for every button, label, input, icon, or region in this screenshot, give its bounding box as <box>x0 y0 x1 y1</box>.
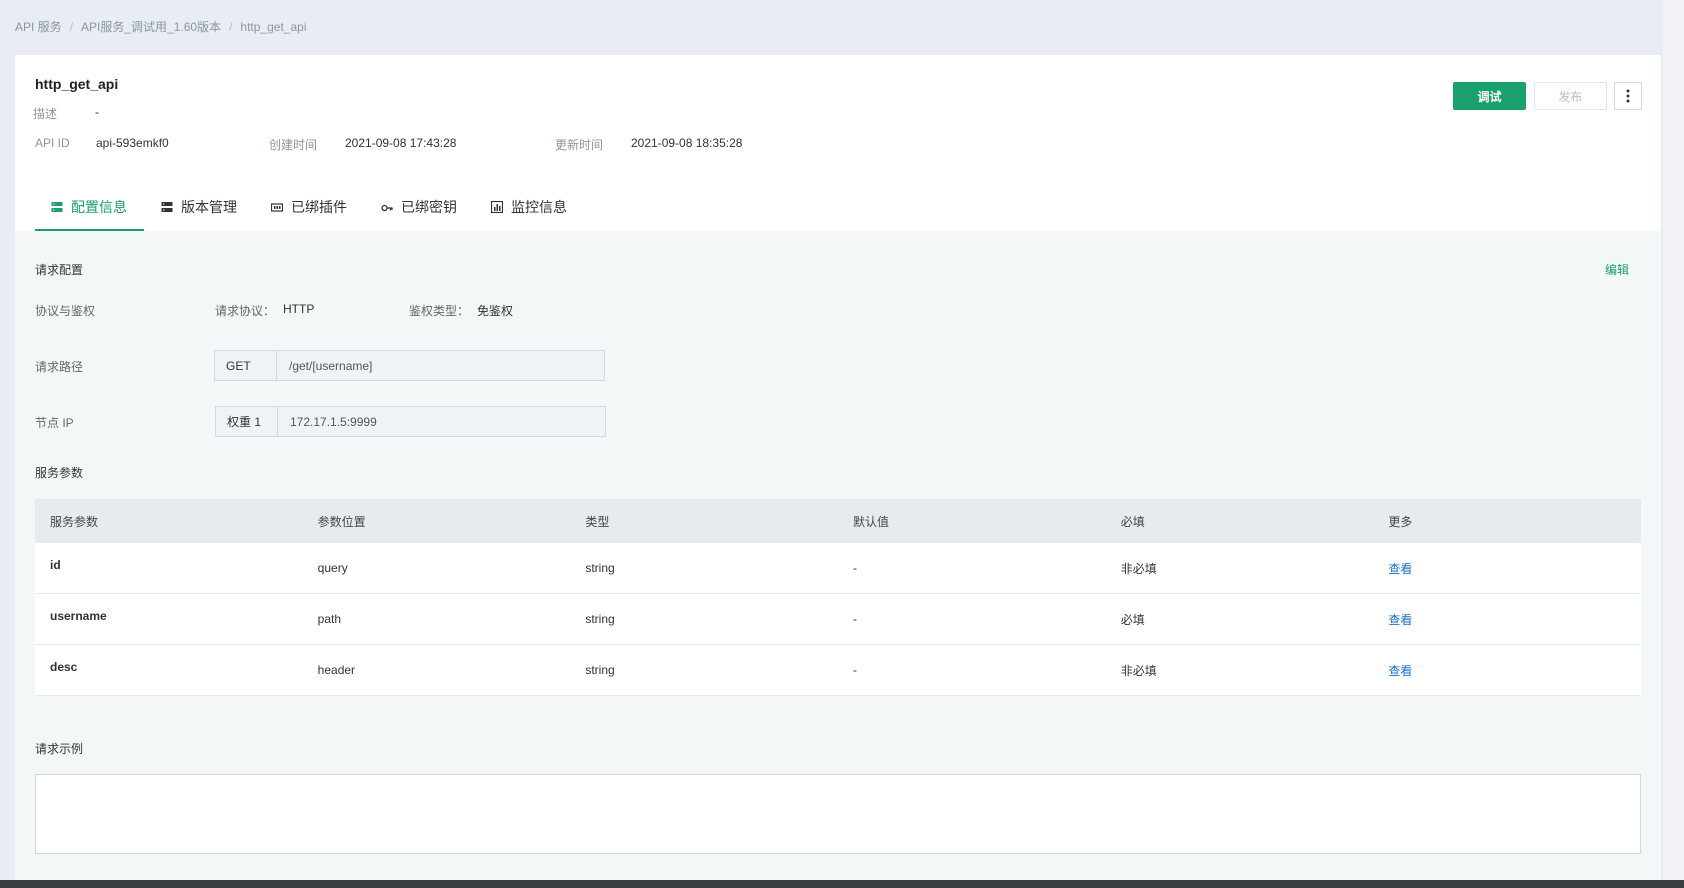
request-example-title: 请求示例 <box>35 742 84 756</box>
view-param-link[interactable]: 查看 <box>1373 662 1641 679</box>
node-ip-value: 172.17.1.5:9999 <box>290 414 377 429</box>
config-panel: 请求配置 编辑 协议与鉴权 请求协议： HTTP 鉴权类型： 免鉴权 请求路径 … <box>15 231 1661 880</box>
protocol-value: HTTP <box>283 302 315 316</box>
request-path-label: 请求路径 <box>35 360 84 374</box>
tab-label: 已绑密钥 <box>401 199 457 215</box>
api-id-value: api-593emkf0 <box>96 136 169 150</box>
request-path-value: /get/[username] <box>289 358 373 373</box>
node-ip-field: 权重 1 172.17.1.5:9999 <box>215 406 606 437</box>
tab-label: 版本管理 <box>181 199 237 215</box>
table-row: id query string - 非必填 查看 <box>35 543 1641 594</box>
param-name: desc <box>50 660 78 674</box>
plugin-icon <box>271 203 283 212</box>
param-type: string <box>585 663 615 677</box>
updated-time-value: 2021-09-08 18:35:28 <box>631 136 743 150</box>
param-name: username <box>50 609 107 623</box>
column-header: 服务参数 <box>50 514 99 529</box>
column-header: 更多 <box>1388 514 1413 529</box>
desc-value: - <box>95 105 99 119</box>
created-time-label: 创建时间 <box>269 138 318 152</box>
param-default: - <box>853 612 858 626</box>
server-icon <box>161 202 173 212</box>
breadcrumb-separator: / <box>229 19 233 34</box>
tab-config-info[interactable]: 配置信息 <box>35 183 144 231</box>
publish-button[interactable]: 发布 <box>1534 82 1607 110</box>
api-id-label: API ID <box>35 136 70 150</box>
param-type: string <box>585 561 615 575</box>
created-time-value: 2021-09-08 17:43:28 <box>345 136 457 150</box>
bottom-bar <box>0 880 1684 888</box>
protocol-label: 请求协议： <box>215 304 276 318</box>
tab-version-management[interactable]: 版本管理 <box>144 183 254 231</box>
request-example-box[interactable] <box>35 774 1641 854</box>
param-default: - <box>853 663 858 677</box>
more-vertical-icon <box>1626 89 1630 103</box>
debug-button[interactable]: 调试 <box>1453 82 1526 110</box>
protocol-auth-label: 协议与鉴权 <box>35 304 96 318</box>
tab-label: 监控信息 <box>511 199 567 215</box>
view-param-link[interactable]: 查看 <box>1373 611 1641 628</box>
tab-bound-keys[interactable]: 已绑密钥 <box>364 183 474 231</box>
param-required: 非必填 <box>1120 663 1157 678</box>
param-location: path <box>317 612 342 626</box>
auth-type-label: 鉴权类型： <box>409 304 470 318</box>
request-path-field: GET /get/[username] <box>214 350 605 381</box>
tab-bound-plugins[interactable]: 已绑插件 <box>254 183 364 231</box>
table-header: 服务参数 参数位置 类型 默认值 必填 更多 <box>35 499 1641 543</box>
updated-time-label: 更新时间 <box>555 138 604 152</box>
param-required: 必填 <box>1120 612 1145 627</box>
key-icon <box>381 204 393 212</box>
tab-label: 已绑插件 <box>291 199 347 215</box>
param-required: 非必填 <box>1120 561 1157 576</box>
table-row: username path string - 必填 查看 <box>35 594 1641 645</box>
node-weight: 权重 1 <box>216 407 278 436</box>
node-ip-label: 节点 IP <box>35 416 74 430</box>
param-default: - <box>853 561 858 575</box>
page-title: http_get_api <box>35 76 119 92</box>
more-actions-button[interactable] <box>1614 82 1642 110</box>
auth-type-value: 免鉴权 <box>477 304 514 318</box>
column-header: 参数位置 <box>317 514 366 529</box>
param-location: header <box>317 663 356 677</box>
right-gutter <box>1663 0 1684 888</box>
param-type: string <box>585 612 615 626</box>
request-config-title: 请求配置 <box>35 263 84 277</box>
column-header: 默认值 <box>853 514 890 529</box>
api-header-card: http_get_api 描述 - API ID api-593emkf0 创建… <box>15 55 1661 231</box>
service-params-table: 服务参数 参数位置 类型 默认值 必填 更多 id query string -… <box>35 499 1641 696</box>
breadcrumb-item-api-service[interactable]: API 服务 <box>15 18 62 35</box>
chart-icon <box>491 201 503 213</box>
service-params-title: 服务参数 <box>35 466 84 480</box>
breadcrumb-separator: / <box>69 19 74 34</box>
tab-label: 配置信息 <box>71 199 127 215</box>
param-location: query <box>317 561 348 575</box>
column-header: 类型 <box>585 514 610 529</box>
http-method: GET <box>215 351 277 380</box>
desc-label: 描述 <box>33 107 58 121</box>
tab-monitoring-info[interactable]: 监控信息 <box>474 183 584 231</box>
view-param-link[interactable]: 查看 <box>1373 560 1641 577</box>
breadcrumb-item-current: http_get_api <box>240 19 307 34</box>
breadcrumb: API 服务 / API服务_调试用_1.60版本 / http_get_api <box>15 18 306 35</box>
table-row: desc header string - 非必填 查看 <box>35 645 1641 696</box>
column-header: 必填 <box>1120 514 1145 529</box>
tab-bar: 配置信息 版本管理 已绑插件 已绑密钥 监控信息 <box>35 183 584 231</box>
edit-link[interactable]: 编辑 <box>1605 261 1629 278</box>
breadcrumb-item-service[interactable]: API服务_调试用_1.60版本 <box>81 18 221 35</box>
param-name: id <box>50 558 61 572</box>
server-icon <box>51 202 63 212</box>
